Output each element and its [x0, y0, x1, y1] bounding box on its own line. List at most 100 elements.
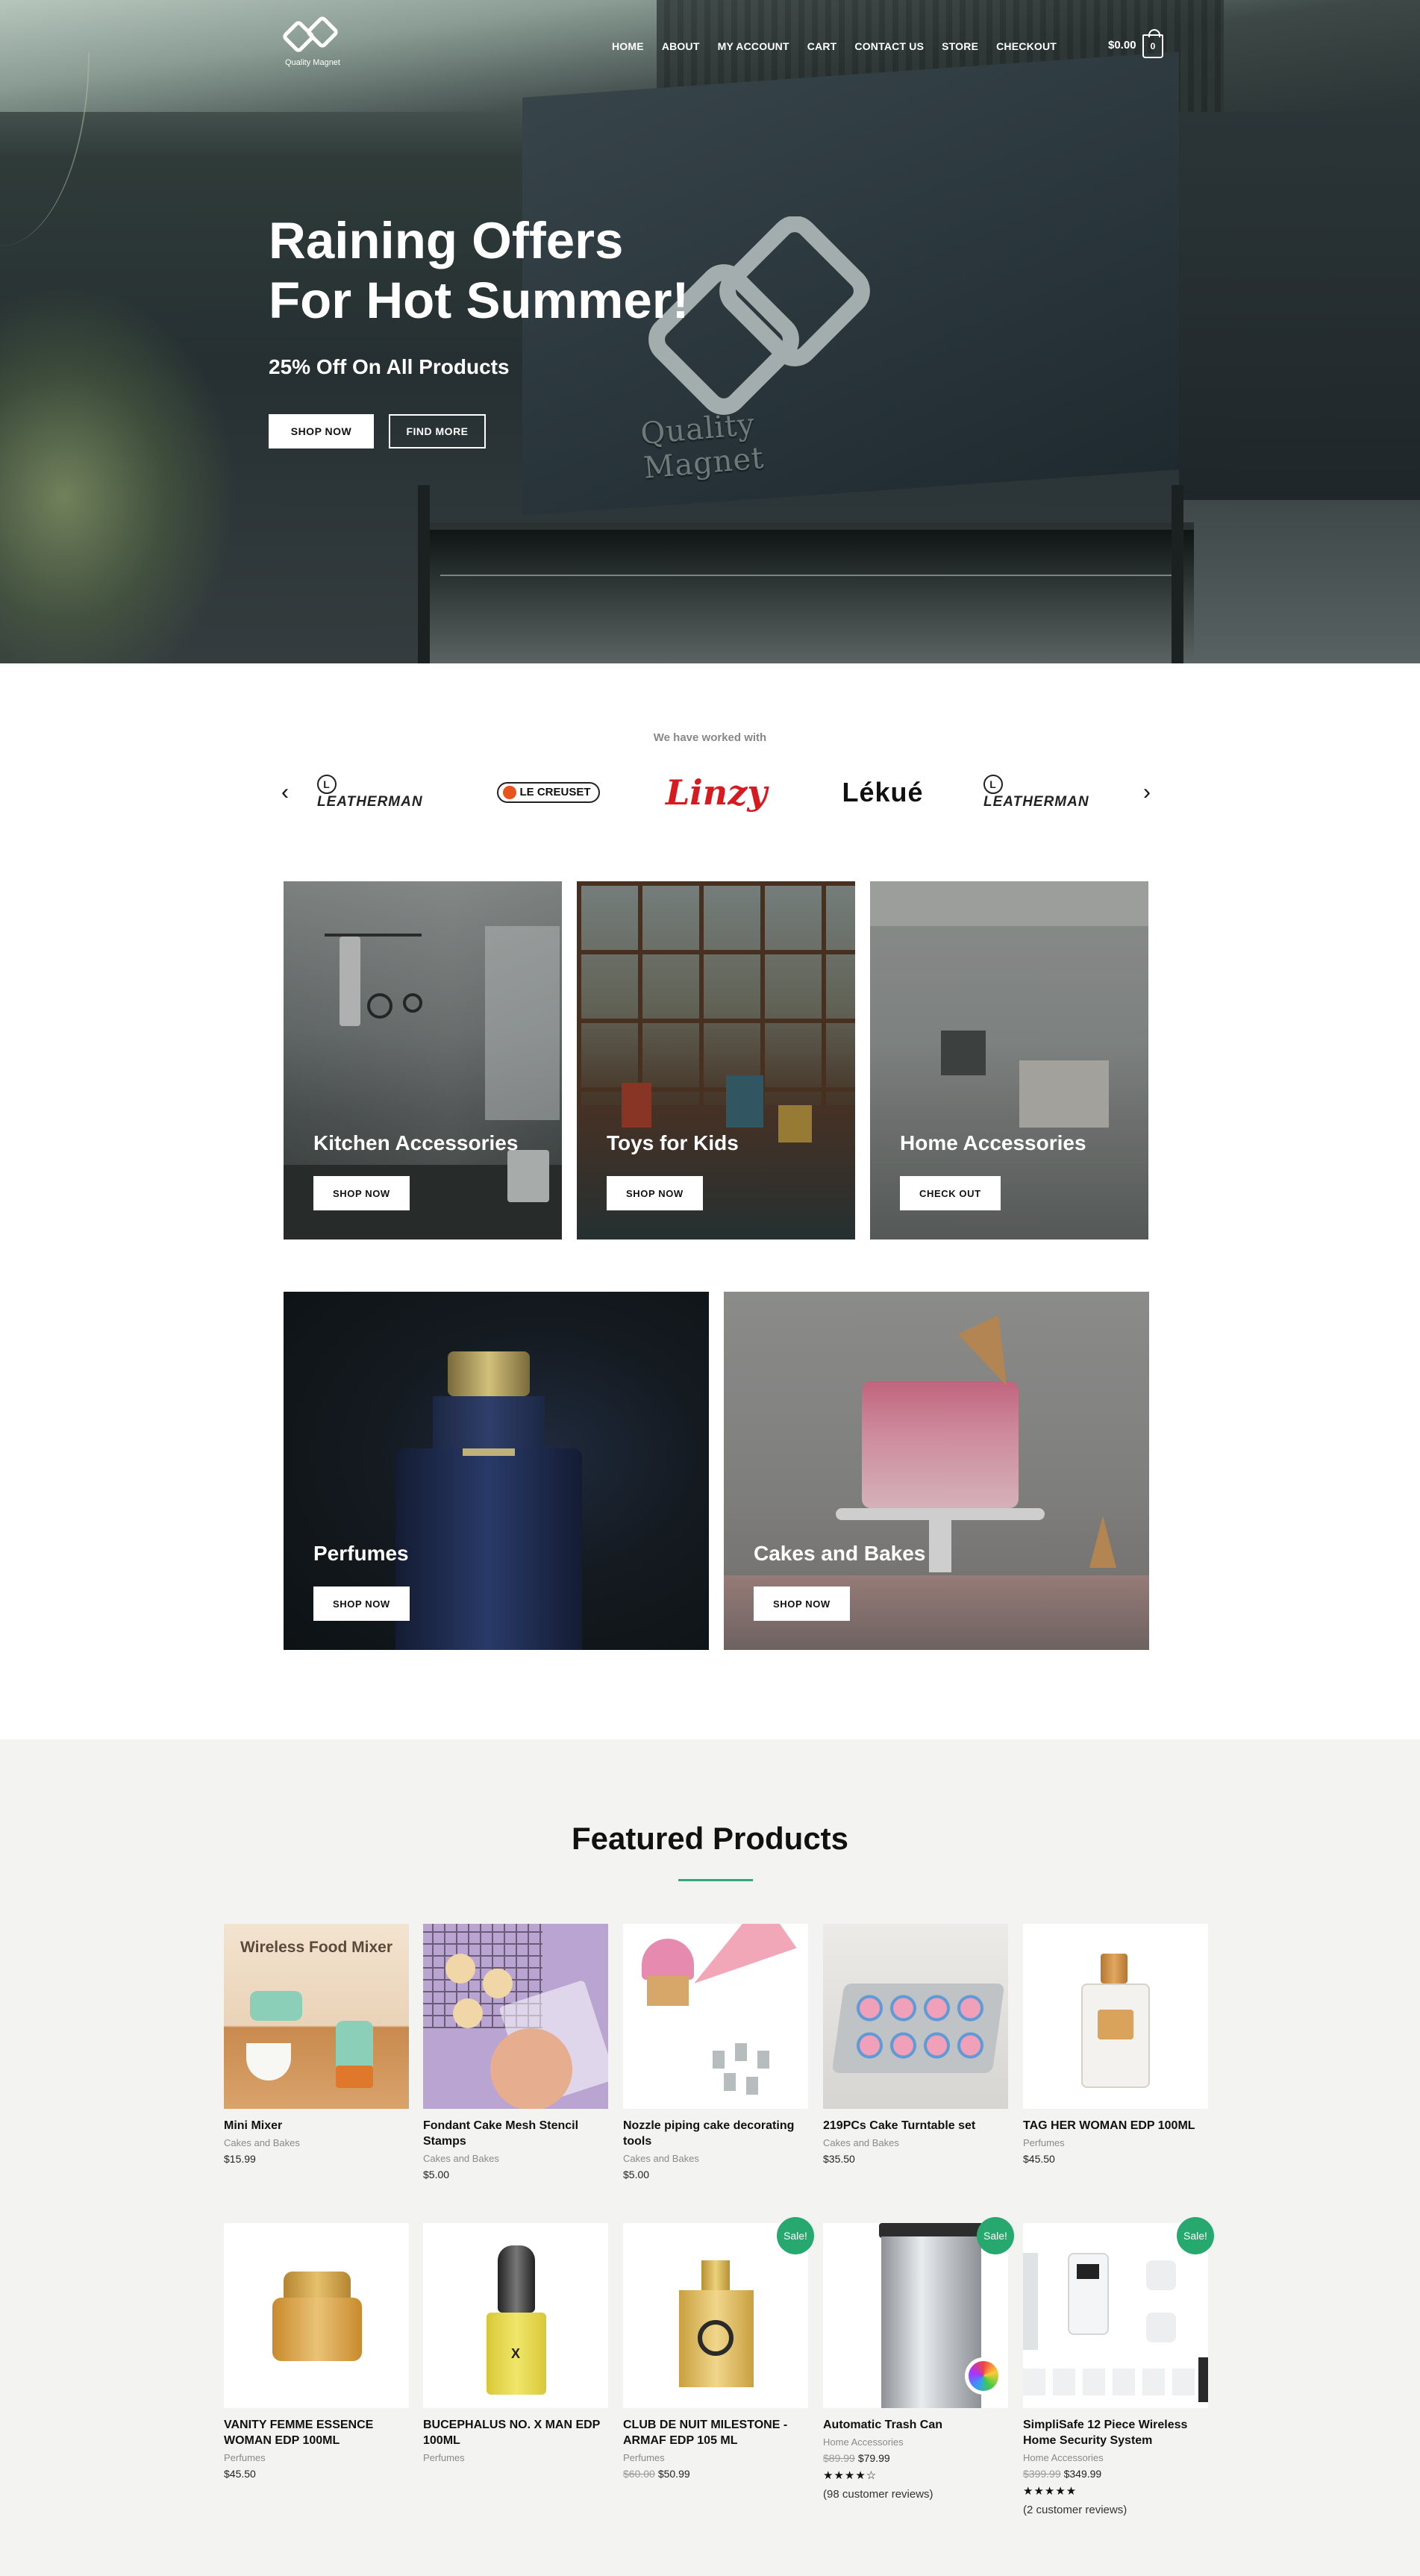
product-card[interactable]: TAG HER WOMAN EDP 100ML Perfumes $45.50: [1023, 1924, 1208, 2165]
product-category[interactable]: Home Accessories: [1023, 2452, 1208, 2463]
category-title: Toys for Kids: [607, 1131, 739, 1154]
base-station: [1198, 2357, 1208, 2402]
bottle-mark: X: [511, 2346, 521, 2361]
nozzle: [757, 2051, 769, 2069]
hero-find-more-button[interactable]: FIND MORE: [389, 414, 486, 448]
product-name[interactable]: CLUB DE NUIT MILESTONE - ARMAF EDP 105 M…: [623, 2417, 808, 2448]
cookie: [453, 1998, 483, 2028]
review-count[interactable]: (98 customer reviews): [823, 2488, 1008, 2501]
product-category[interactable]: Cakes and Bakes: [823, 2137, 1008, 2148]
product-image[interactable]: Wireless Food Mixer: [224, 1924, 409, 2109]
product-image[interactable]: [823, 1924, 1008, 2109]
check-out-button[interactable]: CHECK OUT: [900, 1176, 1001, 1210]
old-price: $89.99: [823, 2452, 855, 2464]
product-card[interactable]: Sale! CLUB DE NUIT MILESTONE - ARMAF EDP…: [623, 2217, 814, 2480]
brand-logo-le-creuset[interactable]: LE CREUSET: [485, 772, 612, 813]
product-name[interactable]: VANITY FEMME ESSENCE WOMAN EDP 100ML: [224, 2417, 409, 2448]
shop-now-button[interactable]: SHOP NOW: [313, 1176, 410, 1210]
nav-contact-us[interactable]: CONTACT US: [854, 40, 924, 52]
nav-my-account[interactable]: MY ACCOUNT: [718, 40, 789, 52]
product-image[interactable]: [623, 2223, 808, 2408]
product-card[interactable]: VANITY FEMME ESSENCE WOMAN EDP 100ML Per…: [224, 2223, 409, 2480]
product-category[interactable]: Home Accessories: [823, 2436, 1008, 2448]
product-image[interactable]: [224, 2223, 409, 2408]
product-name[interactable]: BUCEPHALUS NO. X MAN EDP 100ML: [423, 2417, 608, 2448]
nav-store[interactable]: STORE: [942, 40, 978, 52]
perfume-neck: [433, 1396, 545, 1448]
product-category[interactable]: Cakes and Bakes: [423, 2153, 608, 2164]
site-logo[interactable]: Quality Magnet: [281, 13, 345, 73]
product-image[interactable]: [1023, 2223, 1208, 2408]
security-device: [1023, 2253, 1038, 2350]
leatherman-badge-icon: L: [317, 775, 337, 794]
product-card[interactable]: Wireless Food Mixer Mini Mixer Cakes and…: [224, 1924, 409, 2165]
sensor: [1146, 2260, 1176, 2290]
product-card[interactable]: Fondant Cake Mesh Stencil Stamps Cakes a…: [423, 1924, 608, 2180]
cart-total[interactable]: $0.00: [1108, 39, 1136, 51]
nav-home[interactable]: HOME: [612, 40, 644, 52]
product-card[interactable]: Sale! Automatic Trash Can Home Accessori…: [823, 2217, 1014, 2501]
category-card-toys[interactable]: Toys for Kids SHOP NOW: [577, 881, 855, 1239]
product-name[interactable]: Fondant Cake Mesh Stencil Stamps: [423, 2118, 608, 2149]
product-category[interactable]: Cakes and Bakes: [224, 2137, 409, 2148]
product-name[interactable]: SimpliSafe 12 Piece Wireless Home Securi…: [1023, 2417, 1208, 2448]
category-card-home[interactable]: Home Accessories CHECK OUT: [870, 881, 1148, 1239]
logo-icon: [283, 16, 338, 52]
storefront-window: [418, 522, 1194, 663]
nav-checkout[interactable]: CHECKOUT: [996, 40, 1057, 52]
product-price: $5.00: [423, 2169, 450, 2180]
category-card-kitchen[interactable]: Kitchen Accessories SHOP NOW: [284, 881, 562, 1239]
chevron-right-icon[interactable]: ›: [1139, 781, 1154, 804]
category-title: Cakes and Bakes: [754, 1542, 926, 1565]
sensor: [1146, 2313, 1176, 2342]
chevron-left-icon[interactable]: ‹: [278, 781, 293, 804]
product-name[interactable]: Nozzle piping cake decorating tools: [623, 2118, 808, 2149]
product-card[interactable]: Sale! SimpliSafe 12 Piece Wireless Home …: [1023, 2217, 1214, 2516]
product-image[interactable]: X: [423, 2223, 608, 2408]
cookie: [445, 1954, 475, 1983]
featured-title: Featured Products: [571, 1821, 849, 1856]
nav-cart[interactable]: CART: [807, 40, 837, 52]
brand-logo-leatherman[interactable]: LLEATHERMAN: [983, 772, 1110, 813]
product-image[interactable]: [1023, 1924, 1208, 2109]
main-nav: HOME ABOUT MY ACCOUNT CART CONTACT US ST…: [612, 40, 1075, 52]
product-image[interactable]: [623, 1924, 808, 2109]
brand-logo-linzy[interactable]: Linzy: [653, 772, 780, 813]
product-category[interactable]: Cakes and Bakes: [623, 2153, 808, 2164]
product-card[interactable]: X BUCEPHALUS NO. X MAN EDP 100ML Perfume…: [423, 2223, 608, 2463]
leatherman-badge-icon: L: [983, 775, 1003, 794]
product-name[interactable]: 219PCs Cake Turntable set: [823, 2118, 1008, 2133]
hero-subtitle: 25% Off On All Products: [269, 355, 510, 378]
shop-now-button[interactable]: SHOP NOW: [313, 1586, 410, 1621]
brand-logo-leatherman[interactable]: LLEATHERMAN: [317, 772, 444, 813]
product-category[interactable]: Perfumes: [423, 2452, 608, 2463]
product-category[interactable]: Perfumes: [224, 2452, 409, 2463]
bottle-ring: [698, 2320, 734, 2356]
category-card-perfumes[interactable]: Perfumes SHOP NOW: [284, 1292, 709, 1650]
hero-shop-now-button[interactable]: SHOP NOW: [269, 414, 374, 448]
category-title: Kitchen Accessories: [313, 1131, 519, 1154]
product-card[interactable]: 219PCs Cake Turntable set Cakes and Bake…: [823, 1924, 1008, 2165]
product-name[interactable]: Mini Mixer: [224, 2118, 409, 2133]
plant-foliage: [0, 284, 239, 663]
product-name[interactable]: TAG HER WOMAN EDP 100ML: [1023, 2118, 1208, 2133]
old-price: $399.99: [1023, 2468, 1061, 2480]
product-image[interactable]: [423, 1924, 608, 2109]
nav-about[interactable]: ABOUT: [662, 40, 700, 52]
product-name[interactable]: Automatic Trash Can: [823, 2417, 1008, 2433]
product-category[interactable]: Perfumes: [1023, 2137, 1208, 2148]
cart-bag-icon[interactable]: 0: [1142, 29, 1163, 58]
sale-badge: Sale!: [1177, 2217, 1214, 2254]
perfume-cap: [284, 2272, 351, 2300]
brand-logo-lekue[interactable]: Lékué: [819, 772, 946, 813]
product-price: $15.99: [224, 2153, 256, 2165]
shop-now-button[interactable]: SHOP NOW: [607, 1176, 703, 1210]
sale-price: $50.99: [657, 2468, 690, 2480]
product-card[interactable]: Nozzle piping cake decorating tools Cake…: [623, 1924, 808, 2180]
category-card-cakes[interactable]: Cakes and Bakes SHOP NOW: [724, 1292, 1149, 1650]
product-image[interactable]: [823, 2223, 1008, 2408]
review-count[interactable]: (2 customer reviews): [1023, 2504, 1208, 2516]
product-category[interactable]: Perfumes: [623, 2452, 808, 2463]
nozzle: [724, 2073, 736, 2091]
shop-now-button[interactable]: SHOP NOW: [754, 1586, 850, 1621]
